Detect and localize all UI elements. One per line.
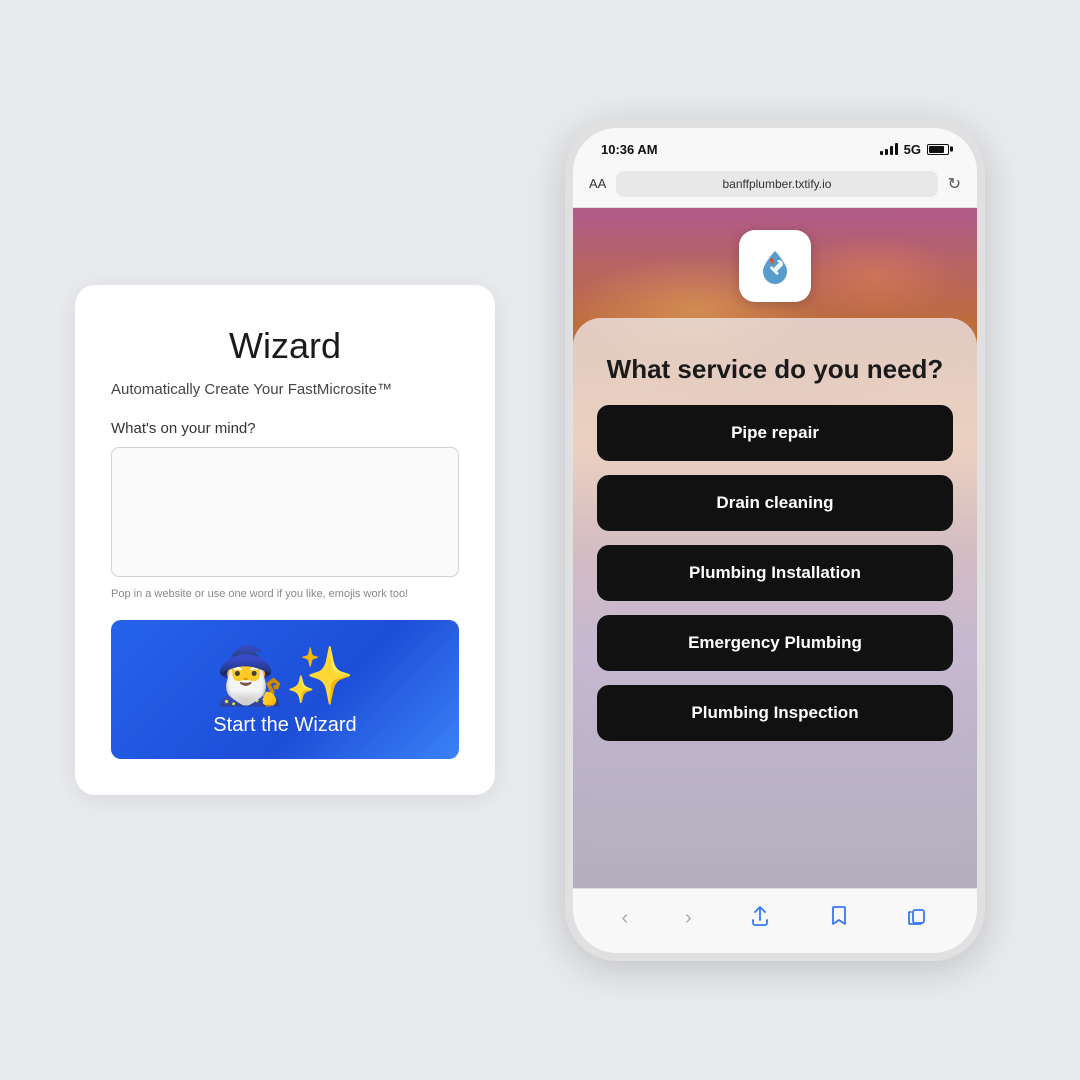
service-plumbing-inspection-button[interactable]: Plumbing Inspection [597, 685, 953, 741]
service-pipe-repair-button[interactable]: Pipe repair [597, 405, 953, 461]
service-emergency-plumbing-label: Emergency Plumbing [688, 633, 862, 652]
service-plumbing-installation-button[interactable]: Plumbing Installation [597, 545, 953, 601]
service-emergency-plumbing-button[interactable]: Emergency Plumbing [597, 615, 953, 671]
bookmarks-icon[interactable] [828, 905, 850, 933]
service-plumbing-installation-label: Plumbing Installation [689, 563, 861, 582]
service-drain-cleaning-button[interactable]: Drain cleaning [597, 475, 953, 531]
wizard-icon: 🧙‍♂️✨ [215, 648, 354, 704]
status-right: 5G [880, 142, 949, 157]
forward-button[interactable]: › [685, 907, 692, 930]
wizard-textarea[interactable] [111, 447, 459, 577]
phone-screen: What service do you need? Pipe repair Dr… [573, 208, 977, 888]
service-question: What service do you need? [607, 354, 944, 385]
phone-logo-wrapper [739, 230, 811, 302]
browser-aa-label[interactable]: AA [589, 176, 606, 191]
start-wizard-button[interactable]: 🧙‍♂️✨ Start the Wizard [111, 620, 459, 759]
tabs-icon[interactable] [906, 905, 928, 933]
wizard-card: Wizard Automatically Create Your FastMic… [75, 285, 495, 795]
phone-logo [739, 230, 811, 302]
wizard-button-label: Start the Wizard [213, 714, 356, 737]
status-network: 5G [904, 142, 921, 157]
phone-browser-bar: AA banffplumber.txtify.io ↻ [573, 165, 977, 208]
browser-refresh-icon[interactable]: ↻ [948, 174, 961, 194]
service-pipe-repair-label: Pipe repair [731, 423, 819, 442]
wizard-input-label: What's on your mind? [111, 420, 459, 437]
phone-content-card: What service do you need? Pipe repair Dr… [573, 318, 977, 888]
service-drain-cleaning-label: Drain cleaning [716, 493, 833, 512]
status-time: 10:36 AM [601, 142, 658, 157]
page-container: Wizard Automatically Create Your FastMic… [0, 0, 1080, 1080]
wizard-hint: Pop in a website or use one word if you … [111, 588, 459, 600]
browser-url-bar[interactable]: banffplumber.txtify.io [616, 171, 937, 197]
phone-status-bar: 10:36 AM 5G [573, 128, 977, 165]
wizard-subtitle: Automatically Create Your FastMicrosite™ [111, 381, 459, 398]
back-button[interactable]: ‹ [621, 907, 628, 930]
battery-icon [927, 144, 949, 155]
phone-frame: 10:36 AM 5G AA [565, 120, 985, 961]
phone-mockup-container: 10:36 AM 5G AA [545, 120, 1005, 961]
service-plumbing-inspection-label: Plumbing Inspection [691, 703, 858, 722]
signal-bars-icon [880, 143, 898, 155]
browser-url-text: banffplumber.txtify.io [722, 177, 831, 191]
share-icon[interactable] [749, 905, 771, 933]
phone-bottom-nav: ‹ › [573, 888, 977, 953]
wizard-title: Wizard [111, 325, 459, 367]
